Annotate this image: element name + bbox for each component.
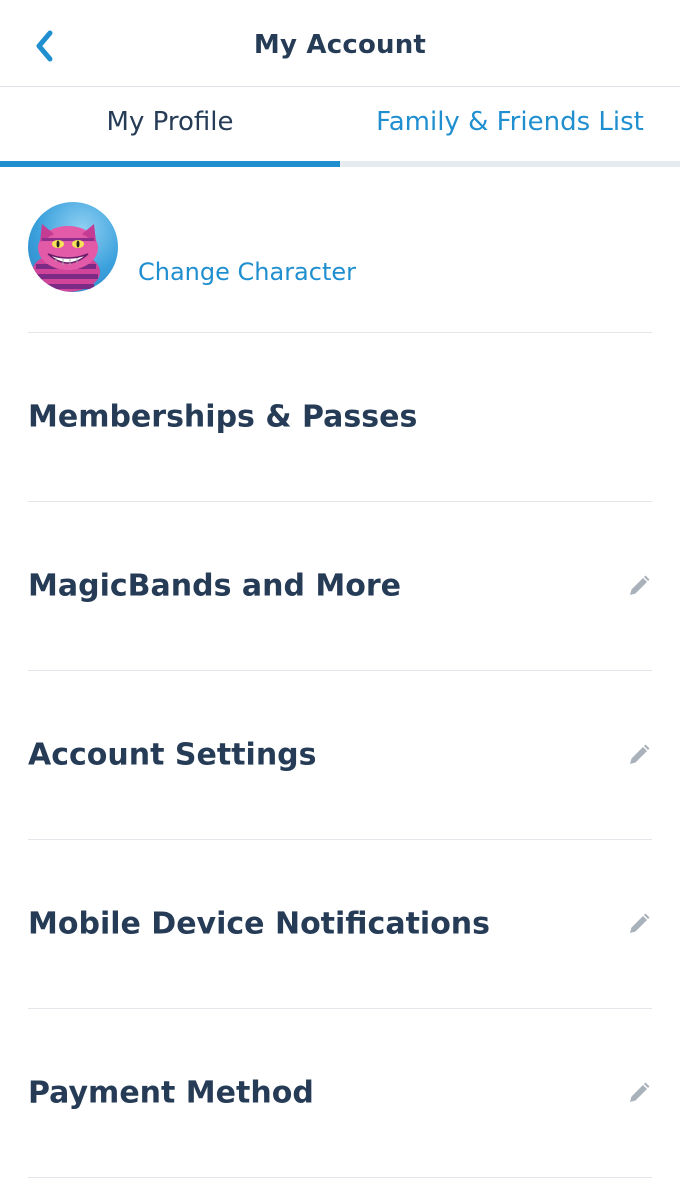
tab-my-profile[interactable]: My Profile bbox=[0, 87, 340, 167]
pencil-icon[interactable] bbox=[626, 742, 652, 768]
profile-section: Change Character bbox=[28, 200, 652, 333]
tab-label: My Profile bbox=[106, 107, 234, 137]
avatar[interactable] bbox=[28, 202, 118, 292]
menu-item-notifications[interactable]: Mobile Device Notifications bbox=[28, 840, 652, 1009]
cheshire-cat-avatar bbox=[32, 224, 100, 292]
tab-label: Family & Friends List bbox=[376, 107, 644, 137]
pencil-icon[interactable] bbox=[626, 573, 652, 599]
menu-item-memberships[interactable]: Memberships & Passes bbox=[28, 333, 652, 502]
menu-item-label: Payment Method bbox=[28, 1075, 314, 1111]
menu-item-payment-method[interactable]: Payment Method bbox=[28, 1009, 652, 1178]
menu-item-label: Account Settings bbox=[28, 737, 317, 773]
change-character-link[interactable]: Change Character bbox=[138, 258, 356, 286]
menu-item-account-settings[interactable]: Account Settings bbox=[28, 671, 652, 840]
tab-bar: My Profile Family & Friends List bbox=[0, 87, 680, 167]
tab-family-friends[interactable]: Family & Friends List bbox=[340, 87, 680, 167]
pencil-icon[interactable] bbox=[626, 1080, 652, 1106]
tab-divider bbox=[340, 161, 680, 167]
menu-item-label: Memberships & Passes bbox=[28, 399, 418, 435]
page-title: My Account bbox=[253, 30, 427, 60]
menu-item-magicbands[interactable]: MagicBands and More bbox=[28, 502, 652, 671]
tab-indicator bbox=[0, 161, 340, 167]
menu-item-label: Mobile Device Notifications bbox=[28, 906, 491, 942]
menu-item-label: MagicBands and More bbox=[28, 568, 402, 604]
pencil-icon[interactable] bbox=[626, 911, 652, 937]
app-header: My Account bbox=[0, 0, 680, 87]
